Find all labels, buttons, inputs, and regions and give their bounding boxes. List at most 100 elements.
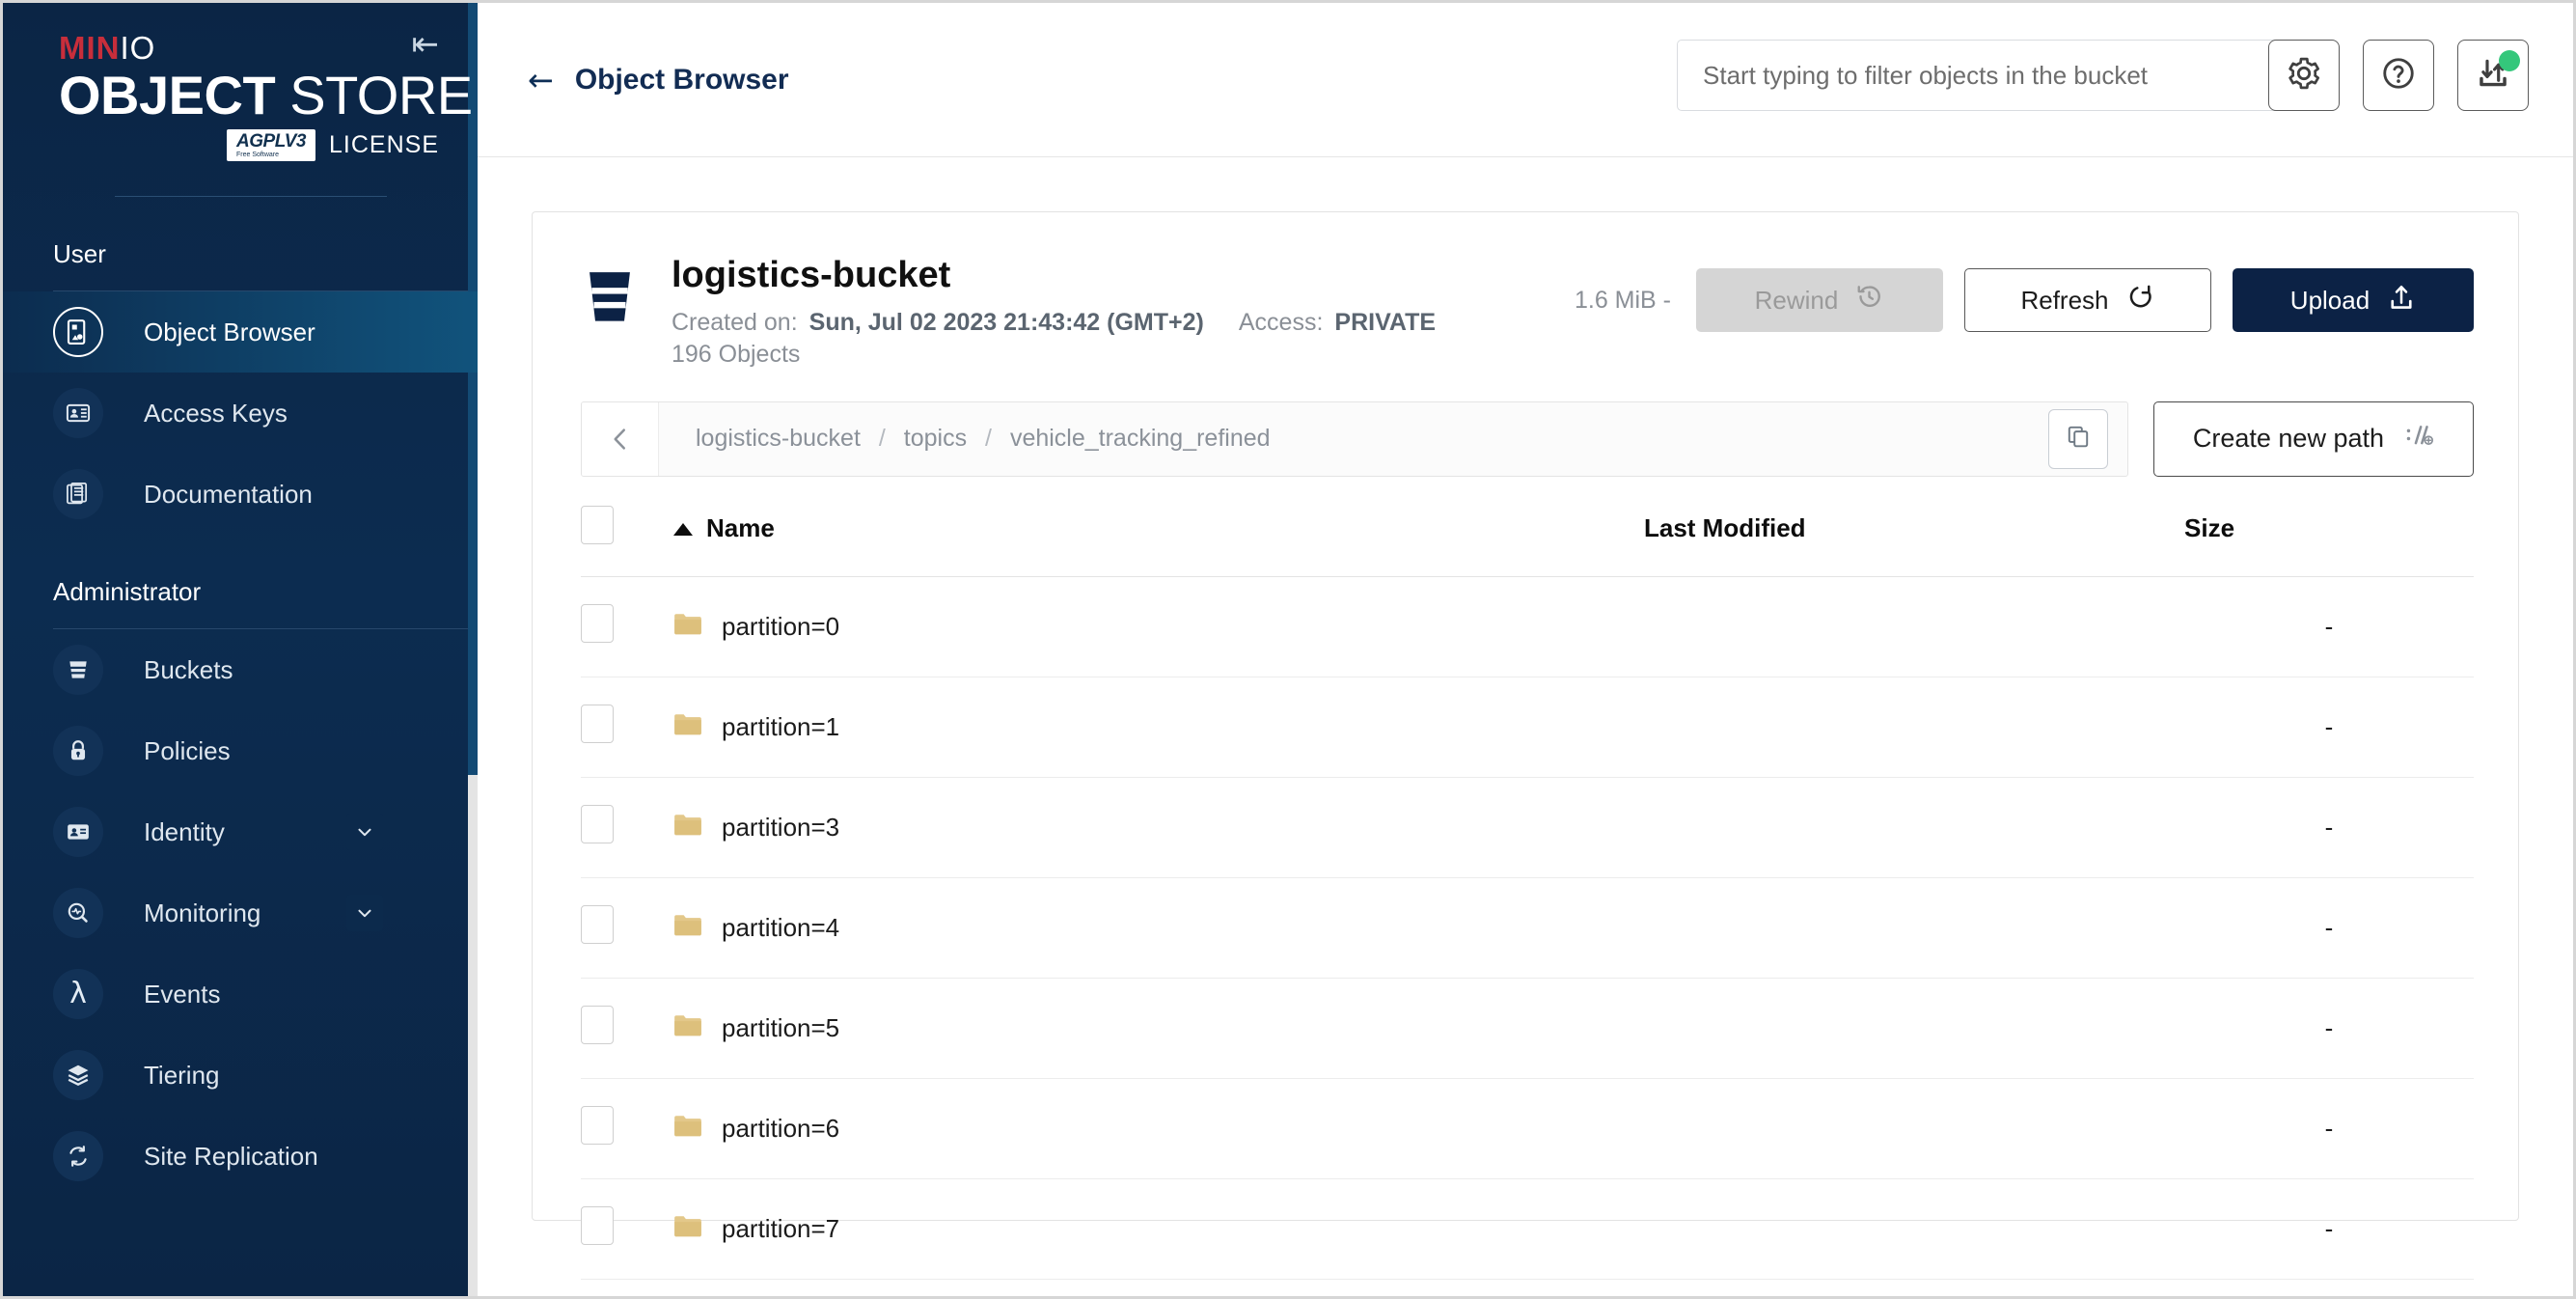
license-row: AGPLV3 Free Software LICENSE [59,129,445,161]
minio-wordmark: MINIO [59,32,445,66]
sidebar-item-policies[interactable]: Policies [3,710,478,791]
chevron-down-icon[interactable] [346,895,383,931]
breadcrumb-separator: / [879,425,886,452]
row-name-label: partition=6 [722,1114,839,1144]
sidebar-item-label: Identity [144,817,225,847]
created-on-label: Created on: [671,309,798,337]
row-name-label: partition=1 [722,712,839,742]
row-checkbox[interactable] [581,1006,614,1044]
sidebar-item-label: Documentation [144,480,313,510]
objects-table: Name Last Modified Size p [581,477,2474,1280]
chevron-left-icon [606,425,635,454]
documentation-icon [53,469,103,519]
row-select-cell [581,677,673,777]
table-row[interactable]: partition=4 - [581,877,2474,978]
upload-button[interactable]: Upload [2233,268,2474,332]
back-arrow-icon[interactable]: ← [528,65,554,96]
sidebar-divider [115,196,387,197]
brand-prefix: MIN [59,30,121,66]
chevron-down-icon[interactable] [346,814,383,850]
content-area: logistics-bucket Created on: Sun, Jul 02… [478,157,2573,1296]
folder-icon [673,812,702,843]
objects-table-body: partition=0 - partition=1 [581,576,2474,1279]
sort-ascending-icon [673,523,693,536]
sidebar-item-object-browser[interactable]: Object Browser [3,291,478,373]
table-row[interactable]: partition=6 - [581,1078,2474,1178]
row-name-cell: partition=6 [673,1078,1644,1178]
sidebar-item-label: Events [144,980,221,1009]
wordmark-store: STORE [289,65,472,125]
table-row[interactable]: partition=1 - [581,677,2474,777]
sidebar-item-buckets[interactable]: Buckets [3,629,478,710]
column-header-name[interactable]: Name [673,477,1644,577]
search-bar[interactable] [1677,40,2337,111]
select-all-header [581,477,673,577]
row-size: - [2184,677,2474,777]
breadcrumb-item-1[interactable]: topics [904,425,967,452]
table-row[interactable]: partition=0 - [581,576,2474,677]
bucket-info: logistics-bucket Created on: Sun, Jul 02… [671,253,1575,369]
question-circle-icon [2380,55,2417,97]
refresh-button[interactable]: Refresh [1964,268,2211,332]
path-back-button[interactable] [582,402,659,476]
rewind-button[interactable]: Rewind [1696,268,1943,332]
collapse-sidebar-icon[interactable]: ⇤ [412,28,440,61]
agpl-badge: AGPLV3 Free Software [227,129,315,161]
row-select-cell [581,1178,673,1279]
transfer-manager-button[interactable] [2457,40,2529,111]
column-header-last-modified[interactable]: Last Modified [1644,477,2184,577]
table-row[interactable]: partition=5 - [581,978,2474,1078]
bucket-meta: Created on: Sun, Jul 02 2023 21:43:42 (G… [671,309,1575,337]
sidebar-item-identity[interactable]: Identity [3,791,478,872]
upload-button-label: Upload [2290,286,2370,316]
table-row[interactable]: partition=3 - [581,777,2474,877]
row-checkbox[interactable] [581,705,614,743]
row-size: - [2184,978,2474,1078]
create-new-path-button[interactable]: Create new path [2153,401,2474,477]
sidebar-item-label: Object Browser [144,318,315,347]
row-name-cell: partition=3 [673,777,1644,877]
row-checkbox[interactable] [581,1106,614,1145]
table-row[interactable]: partition=7 - [581,1178,2474,1279]
breadcrumb-item-0[interactable]: logistics-bucket [696,425,861,452]
identity-card-icon [53,807,103,857]
bucket-header: logistics-bucket Created on: Sun, Jul 02… [533,212,2518,401]
sidebar-item-tiering[interactable]: Tiering [3,1035,478,1116]
row-checkbox[interactable] [581,1206,614,1245]
created-on-value: Sun, Jul 02 2023 21:43:42 (GMT+2) [809,309,1204,337]
settings-button[interactable] [2268,40,2340,111]
row-name-label: partition=4 [722,913,839,943]
table-header-row: Name Last Modified Size [581,477,2474,577]
row-select-cell [581,576,673,677]
folder-icon [673,611,702,643]
folder-icon [673,711,702,743]
object-browser-icon [53,307,103,357]
bucket-size: 1.6 MiB - [1575,287,1671,315]
row-checkbox[interactable] [581,905,614,944]
bucket-icon [53,645,103,695]
sidebar-item-access-keys[interactable]: Access Keys [3,373,478,454]
row-name-cell: partition=1 [673,677,1644,777]
select-all-checkbox[interactable] [581,506,614,544]
folder-icon [673,912,702,944]
help-button[interactable] [2363,40,2434,111]
bucket-panel: logistics-bucket Created on: Sun, Jul 02… [532,211,2519,1221]
breadcrumb-item-2[interactable]: vehicle_tracking_refined [1010,425,1271,452]
column-header-size[interactable]: Size [2184,477,2474,577]
breadcrumb: logistics-bucket / topics / vehicle_trac… [659,425,2048,453]
row-size: - [2184,877,2474,978]
row-last-modified [1644,1078,2184,1178]
sidebar-item-monitoring[interactable]: Monitoring [3,872,478,954]
row-checkbox[interactable] [581,604,614,643]
page-back-link[interactable]: ← Object Browser [528,64,789,97]
sidebar-item-events[interactable]: λ Events [3,954,478,1035]
upload-icon [2387,283,2416,318]
sidebar-item-site-replication[interactable]: Site Replication [3,1116,478,1197]
wordmark-object: OBJECT [59,65,275,125]
search-input[interactable] [1703,61,2278,91]
lambda-icon: λ [53,969,103,1019]
sidebar-item-documentation[interactable]: Documentation [3,454,478,535]
row-last-modified [1644,677,2184,777]
row-checkbox[interactable] [581,805,614,843]
copy-path-button[interactable] [2048,409,2108,469]
